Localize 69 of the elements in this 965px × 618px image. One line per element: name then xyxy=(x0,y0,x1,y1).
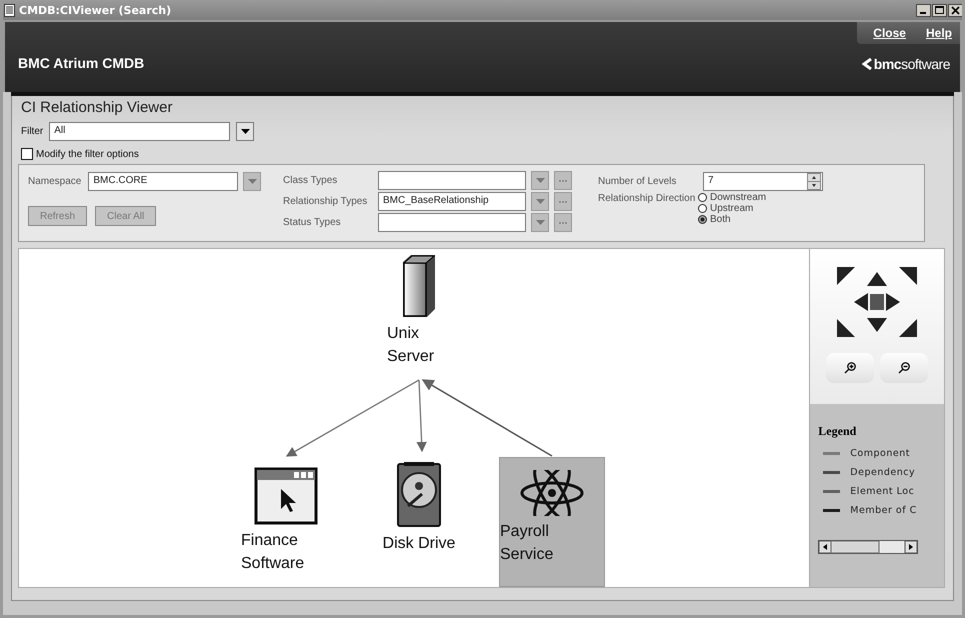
node-card[interactable]: Disk Drive xyxy=(369,462,469,555)
header-link[interactable]: Close xyxy=(873,26,906,40)
dropdown-button[interactable] xyxy=(236,122,254,140)
radio-label: Downstream xyxy=(710,192,766,203)
legend-title: Legend xyxy=(818,424,858,439)
radio-button[interactable] xyxy=(698,193,707,202)
spinner-icon[interactable] xyxy=(807,172,821,190)
document-icon xyxy=(4,4,15,16)
pan-arrow-icon[interactable] xyxy=(867,318,888,332)
node-label: Unix Server xyxy=(387,324,436,367)
zoom-in-icon xyxy=(844,362,856,374)
caret-icon xyxy=(240,128,250,134)
node-card[interactable]: Unix Server xyxy=(387,254,451,368)
zoom-in-button[interactable] xyxy=(826,353,874,383)
caret-icon xyxy=(536,178,544,183)
radio-button[interactable] xyxy=(698,204,707,213)
pan-arrow-icon[interactable] xyxy=(886,293,900,311)
pan-arrow-icon[interactable] xyxy=(867,272,888,286)
window-title: CMDB:CIViewer (Search) xyxy=(19,4,172,16)
pan-arrow-icon[interactable] xyxy=(899,267,918,285)
server-icon xyxy=(401,254,437,318)
pan-arrow-icon[interactable] xyxy=(899,319,918,337)
field-label: Class Types xyxy=(283,175,338,186)
legend-label: Element Loc xyxy=(850,486,914,497)
zoom-out-button[interactable] xyxy=(880,353,928,383)
pan-center-icon[interactable] xyxy=(870,294,884,310)
namespace-label: Namespace xyxy=(28,176,82,186)
close-icon[interactable] xyxy=(948,4,962,16)
caret-icon xyxy=(248,178,257,184)
pan-arrow-icon[interactable] xyxy=(837,319,856,337)
scroll-bar[interactable] xyxy=(818,540,918,554)
legend-label: Dependency xyxy=(850,467,916,478)
caret-icon xyxy=(536,199,544,204)
filter-label: Filter xyxy=(21,126,44,136)
field-label: Relationship Types xyxy=(283,196,368,207)
namespace-field[interactable]: BMC.CORE xyxy=(88,172,238,190)
application-window-icon xyxy=(254,467,318,525)
selected-node-card[interactable]: Payroll Service xyxy=(499,457,605,587)
node-label: Disk Drive xyxy=(382,534,456,554)
logo-text: bmcsoftware xyxy=(874,56,950,72)
type-field[interactable] xyxy=(378,171,526,190)
radio-label: Both xyxy=(710,214,731,225)
type-field[interactable] xyxy=(378,213,526,232)
checkbox-label: Modify the filter options xyxy=(36,148,139,160)
levels-label: Number of Levels xyxy=(598,176,678,186)
direction-label: Relationship Direction xyxy=(598,192,696,206)
app-title: BMC Atrium CMDB xyxy=(18,55,144,71)
logo-mark-icon xyxy=(862,58,872,70)
field-label: Status Types xyxy=(283,217,342,228)
zoom-out-icon xyxy=(898,362,910,374)
node-card[interactable]: Finance Software xyxy=(241,467,331,575)
node-label: Finance Software xyxy=(241,531,306,574)
panel-title: CI Relationship Viewer xyxy=(21,99,174,118)
pan-arrow-icon[interactable] xyxy=(837,267,856,285)
pan-arrow-icon[interactable] xyxy=(854,293,868,311)
node-label: Payroll Service xyxy=(500,522,554,565)
radio-label: Upstream xyxy=(710,203,754,214)
legend-label: Member of C xyxy=(850,505,917,516)
legend-label: Component xyxy=(850,448,910,459)
checkbox[interactable] xyxy=(21,148,33,160)
type-field[interactable]: BMC_BaseRelationship xyxy=(378,192,526,211)
radio-button[interactable] xyxy=(698,215,707,224)
maximize-icon[interactable] xyxy=(932,4,947,16)
levels-spin-field[interactable]: 7 xyxy=(703,172,823,190)
filter-field[interactable]: All xyxy=(49,122,230,140)
header-link[interactable]: Help xyxy=(926,26,952,40)
atom-icon xyxy=(519,470,585,516)
minimize-icon[interactable] xyxy=(916,4,931,16)
caret-icon xyxy=(536,220,544,225)
